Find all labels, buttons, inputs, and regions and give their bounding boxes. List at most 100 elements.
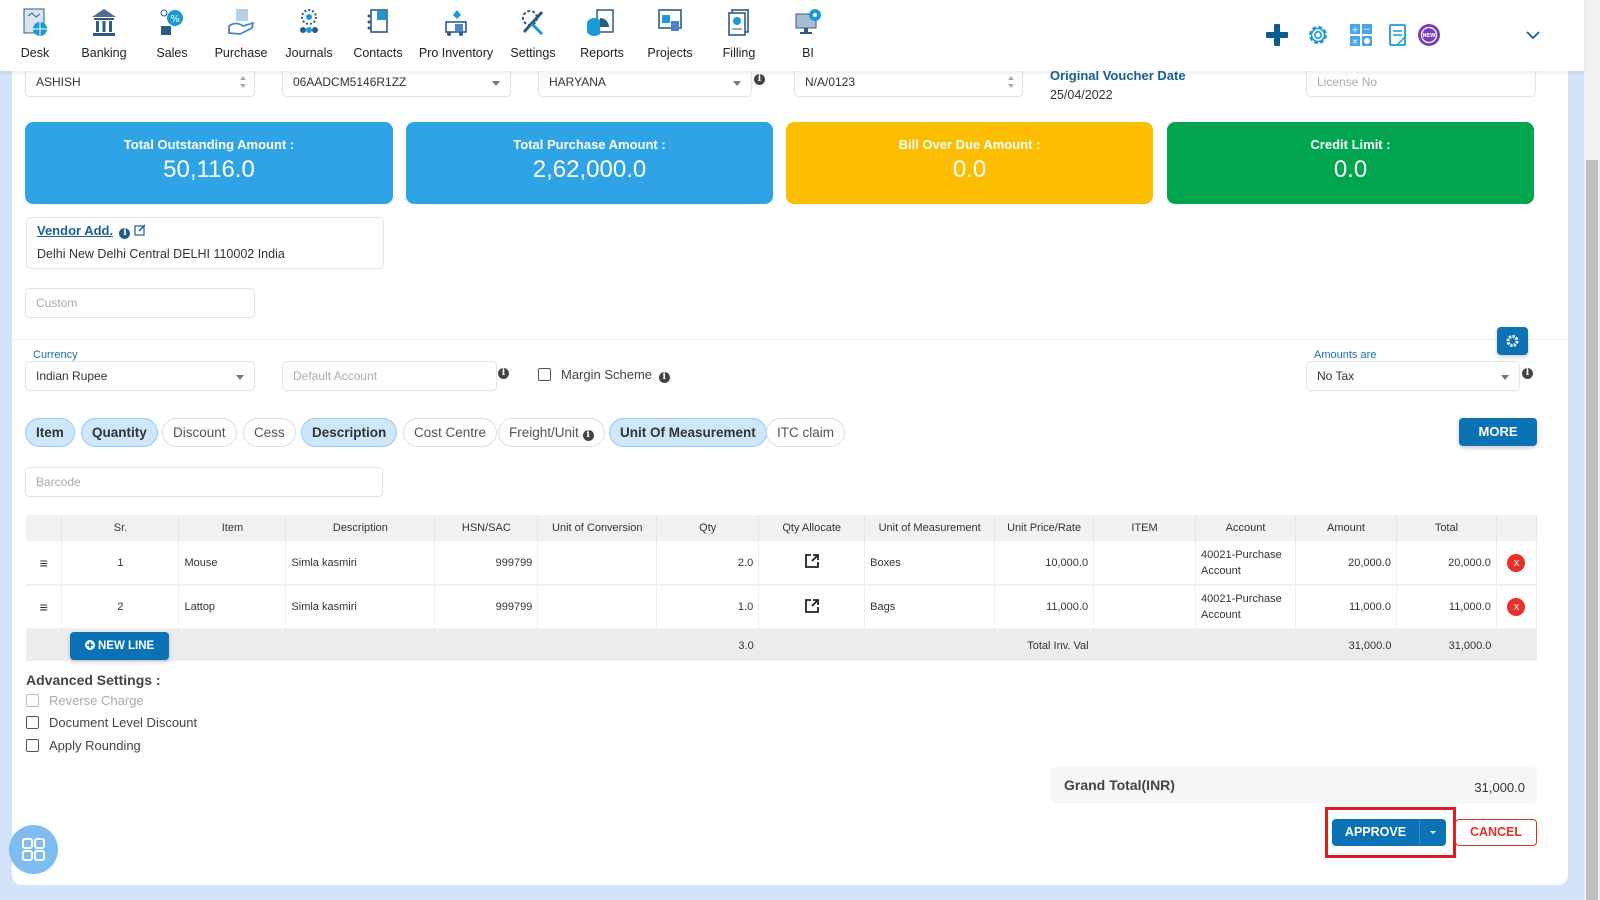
- nav-item-projects[interactable]: Projects: [630, 0, 710, 70]
- column-header: Qty Allocate: [758, 515, 866, 541]
- cell-item-extra[interactable]: [1093, 541, 1197, 586]
- column-toggle-item[interactable]: Item: [25, 418, 75, 447]
- drag-handle-icon[interactable]: ≡: [40, 599, 48, 615]
- info-icon[interactable]: i: [119, 228, 131, 239]
- column-toggle-description[interactable]: Description: [301, 418, 398, 447]
- column-header: Description: [285, 515, 436, 541]
- apps-menu-button[interactable]: [9, 825, 58, 874]
- vendor-field[interactable]: ASHISH: [25, 67, 255, 97]
- nav-item-contacts[interactable]: Contacts: [338, 0, 418, 70]
- column-header: Amount: [1295, 515, 1397, 541]
- margin-scheme-checkbox[interactable]: [538, 368, 551, 381]
- open-external-icon[interactable]: [803, 597, 821, 615]
- cell-qty[interactable]: 2.0: [656, 541, 760, 586]
- scroll-thumb[interactable]: [1586, 160, 1598, 900]
- approve-button[interactable]: APPROVE: [1332, 819, 1420, 846]
- nav-item-settings[interactable]: Settings: [493, 0, 573, 70]
- nav-item-pro-inventory[interactable]: Pro Inventory: [416, 0, 496, 70]
- column-toggle-freight-unit[interactable]: Freight/Unit i: [498, 418, 605, 447]
- amounts-are-value: No Tax: [1317, 369, 1355, 383]
- cell-uom[interactable]: Boxes: [864, 541, 996, 586]
- calculator-icon[interactable]: + −×: [1348, 22, 1374, 48]
- barcode-input[interactable]: Barcode: [25, 467, 383, 497]
- cell-account[interactable]: 40021-Purchase Account: [1195, 585, 1296, 630]
- cell-description[interactable]: Simla kasmiri: [285, 541, 436, 586]
- currency-select[interactable]: Indian Rupee: [25, 361, 255, 391]
- cell-description[interactable]: Simla kasmiri: [285, 585, 436, 630]
- approve-dropdown-toggle[interactable]: [1420, 819, 1446, 846]
- nav-item-sales[interactable]: % Sales: [132, 0, 212, 70]
- cell-conversion[interactable]: [537, 541, 658, 586]
- new-line-button[interactable]: NEW LINE: [69, 631, 169, 660]
- column-toggle-itc-claim[interactable]: ITC claim: [766, 418, 845, 447]
- document-level-discount-option: Document Level Discount: [26, 715, 197, 730]
- column-toggle-quantity[interactable]: Quantity: [81, 418, 158, 447]
- cancel-button[interactable]: CANCEL: [1455, 819, 1537, 846]
- custom-input[interactable]: Custom: [25, 288, 255, 318]
- info-icon[interactable]: i: [754, 74, 765, 85]
- cell-item-extra[interactable]: [1093, 585, 1197, 630]
- cell-rate[interactable]: 10,000.0: [994, 541, 1095, 586]
- vendor-address-text: Delhi New Delhi Central DELHI 110002 Ind…: [37, 247, 285, 261]
- new-line-label: NEW LINE: [97, 639, 155, 652]
- delete-row-icon[interactable]: x: [1507, 553, 1526, 572]
- state-select[interactable]: HARYANA: [538, 67, 752, 97]
- cell-account[interactable]: 40021-Purchase Account: [1195, 541, 1296, 586]
- plus-icon[interactable]: [1264, 22, 1290, 48]
- nav-item-filling[interactable]: Filling: [699, 0, 779, 70]
- cell-conversion[interactable]: [537, 585, 658, 630]
- card-value: 50,116.0: [163, 156, 255, 183]
- edit-icon[interactable]: [134, 224, 146, 236]
- settings-button[interactable]: [1497, 327, 1528, 355]
- inventory-icon: [445, 10, 467, 36]
- cell-item[interactable]: Mouse: [178, 541, 287, 586]
- credit-limit-card: Credit Limit : 0.0: [1167, 122, 1534, 204]
- amounts-are-select[interactable]: No Tax: [1306, 361, 1520, 391]
- cell-uom[interactable]: Bags: [864, 585, 996, 630]
- apply-rounding-checkbox[interactable]: [26, 739, 39, 752]
- document-level-discount-checkbox[interactable]: [26, 716, 39, 729]
- svg-text:NEW: NEW: [1422, 33, 1436, 39]
- license-number-input[interactable]: License No: [1306, 67, 1536, 97]
- new-badge-icon[interactable]: NEW: [1416, 22, 1442, 48]
- nav-item-journals[interactable]: Journals: [269, 0, 349, 70]
- info-icon[interactable]: i: [1522, 368, 1533, 379]
- gear-icon[interactable]: [1305, 22, 1331, 48]
- caret-down-icon: [733, 81, 741, 86]
- cell-qty[interactable]: 1.0: [656, 585, 760, 630]
- vendor-address-link[interactable]: Vendor Add.: [37, 223, 113, 238]
- cell-item[interactable]: Lattop: [178, 585, 287, 630]
- apply-rounding-option: Apply Rounding: [26, 738, 141, 753]
- chip-label: Cost Centre: [414, 425, 487, 440]
- chip-label: Freight/Unit: [509, 425, 579, 440]
- caret-down-icon: [236, 375, 244, 380]
- nav-item-label: Projects: [647, 46, 693, 60]
- info-icon[interactable]: i: [658, 372, 670, 383]
- notes-icon[interactable]: [1385, 22, 1411, 48]
- chevron-down-icon[interactable]: [1525, 27, 1541, 43]
- vendor-address-box: Vendor Add. i Delhi New Delhi Central DE…: [26, 217, 384, 269]
- page-scrollbar[interactable]: [1584, 0, 1600, 900]
- column-toggle-cess[interactable]: Cess: [243, 418, 296, 447]
- grand-total-box: Grand Total(INR) 31,000.0: [1051, 767, 1537, 804]
- column-toggle-cost-centre[interactable]: Cost Centre: [403, 418, 498, 447]
- cell-hsn[interactable]: 999799: [434, 541, 539, 586]
- reverse-charge-checkbox[interactable]: [26, 694, 39, 707]
- column-toggle-discount[interactable]: Discount: [162, 418, 237, 447]
- default-account-input[interactable]: Default Account: [282, 361, 497, 391]
- gstin-select[interactable]: 06AADCM5146R1ZZ: [282, 67, 511, 97]
- cell-hsn[interactable]: 999799: [434, 585, 539, 630]
- info-icon[interactable]: i: [498, 368, 509, 379]
- drag-handle-icon[interactable]: ≡: [40, 555, 48, 571]
- column-toggle-unit-of-measurement[interactable]: Unit Of Measurement: [609, 418, 767, 447]
- more-button[interactable]: MORE: [1459, 418, 1537, 446]
- open-external-icon[interactable]: [803, 552, 821, 570]
- info-icon[interactable]: i: [582, 430, 594, 441]
- nav-item-bi[interactable]: BI: [768, 0, 848, 70]
- delete-row-icon[interactable]: x: [1507, 598, 1526, 616]
- table-row: ≡ 1 Mouse Simla kasmiri 999799 2.0 Boxes 10,000…: [26, 541, 1538, 586]
- nav-item-label: Settings: [510, 46, 556, 60]
- cell-rate[interactable]: 11,000.0: [994, 585, 1095, 630]
- voucher-number-field[interactable]: N/A/0123: [794, 67, 1023, 97]
- card-title: Total Outstanding Amount :: [123, 137, 295, 152]
